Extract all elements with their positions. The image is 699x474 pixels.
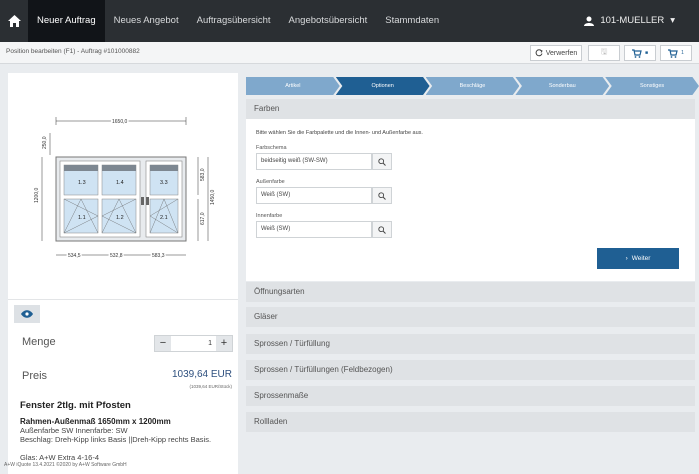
innenfarbe-input[interactable]: Weiß (SW) — [256, 221, 372, 238]
configuration-panel: Artikel Optionen Beschläge Sonderbau Son… — [246, 73, 699, 474]
user-menu[interactable]: 101-MUELLER ▾ — [584, 0, 675, 42]
innenfarbe-search-button[interactable] — [372, 221, 392, 238]
quantity-stepper: − 1 + — [154, 335, 233, 352]
price-label: Preis — [22, 370, 48, 382]
cart-icon — [631, 48, 642, 58]
quantity-label: Menge — [22, 336, 56, 348]
position-summary-panel: 1650,0 1200,0 250,0 583,0 617,0 1450,0 5… — [8, 73, 238, 474]
dim-width-3: 583,3 — [152, 253, 165, 259]
discard-button[interactable]: Verwerfen — [530, 45, 582, 61]
search-icon — [378, 225, 386, 234]
dim-width-2: 532,8 — [110, 253, 123, 259]
field-label: 1.2 — [116, 215, 124, 221]
detail-line: Beschlag: Dreh-Kipp links Basis ||Dreh-K… — [20, 435, 212, 444]
nav-angebotsuebersicht[interactable]: Angebotsübersicht — [280, 0, 377, 42]
step-beschlaege[interactable]: Beschläge — [425, 77, 520, 95]
cart-button[interactable]: 1 — [660, 45, 692, 61]
quantity-input[interactable]: 1 — [171, 336, 216, 351]
field-label: 3.3 — [160, 180, 168, 186]
section-rollladen[interactable]: Rollladen — [246, 412, 695, 432]
search-icon — [378, 191, 386, 200]
step-sonstiges[interactable]: Sonstiges — [605, 77, 699, 95]
step-artikel[interactable]: Artikel — [246, 77, 340, 95]
cart-count: 1 — [681, 50, 684, 56]
section-glaeser[interactable]: Gläser — [246, 307, 695, 327]
home-button[interactable] — [0, 0, 28, 42]
innenfarbe-label: Innenfarbe — [256, 213, 283, 219]
step-sonderbau[interactable]: Sonderbau — [515, 77, 610, 95]
section-sprossen-tuerfuellung[interactable]: Sprossen / Türfüllung — [246, 334, 695, 354]
dim-height-right-lower: 617,0 — [200, 212, 206, 225]
farben-header[interactable]: Farben — [246, 99, 695, 119]
discard-label: Verwerfen — [545, 49, 578, 57]
field-label: 1.3 — [78, 180, 86, 186]
preview-toggle-button[interactable] — [14, 305, 40, 323]
dim-width-1: 534,5 — [68, 253, 81, 259]
field-label: 2.1 — [160, 215, 168, 221]
toolbar: Position bearbeiten (F1) - Auftrag #1010… — [0, 42, 699, 64]
product-title: Fenster 2tlg. mit Pfosten — [20, 400, 131, 411]
aussenfarbe-label: Außenfarbe — [256, 179, 285, 185]
wizard-steps: Artikel Optionen Beschläge Sonderbau Son… — [246, 77, 699, 95]
dim-height-right-upper: 583,0 — [200, 168, 206, 181]
section-sprossenmasse[interactable]: Sprossenmaße — [246, 386, 695, 406]
section-oeffnungsarten[interactable]: Öffnungsarten — [246, 282, 695, 302]
save-icon: 🖫 — [600, 47, 608, 56]
field-label: 1.4 — [116, 180, 124, 186]
home-icon — [7, 15, 21, 27]
dim-height-top: 250,0 — [42, 136, 48, 149]
divider — [8, 299, 238, 300]
user-name: 101-MUELLER — [600, 15, 665, 26]
step-optionen[interactable]: Optionen — [335, 77, 430, 95]
cart-icon — [668, 48, 678, 58]
search-icon — [378, 157, 386, 166]
increment-button[interactable]: + — [216, 336, 232, 351]
dim-height-total: 1200,0 — [34, 187, 40, 203]
breadcrumb: Position bearbeiten (F1) - Auftrag #1010… — [6, 48, 140, 55]
decrement-button[interactable]: − — [155, 336, 171, 351]
farbschema-input[interactable]: beidseitig weiß (SW-SW) — [256, 153, 372, 170]
nav-neuer-auftrag[interactable]: Neuer Auftrag — [28, 0, 105, 42]
top-navigation: Neuer Auftrag Neues Angebot Auftragsüber… — [0, 0, 699, 42]
dim-height-right-total: 1450,0 — [210, 189, 216, 205]
price-value: 1039,64 EUR — [171, 369, 232, 380]
eye-icon — [21, 310, 33, 318]
plus-icon: ■ — [644, 50, 649, 56]
unit-price: (1039,64 EUR/Stück) — [189, 384, 232, 389]
dim-width-total: 1650,0 — [112, 119, 128, 125]
weiter-label: Weiter — [631, 255, 651, 262]
farbschema-label: Farbschema — [256, 145, 287, 151]
chevron-right-icon: › — [625, 255, 628, 262]
section-sprossen-feldbezogen[interactable]: Sprossen / Türfüllungen (Feldbezogen) — [246, 360, 695, 380]
footer-copyright: A+W iQuote 13.4.2021 ©2020 by A+W Softwa… — [4, 462, 127, 468]
nav-stammdaten[interactable]: Stammdaten — [376, 0, 448, 42]
cart-add-button[interactable]: ■ — [624, 45, 656, 61]
refresh-icon — [535, 49, 543, 57]
aussenfarbe-search-button[interactable] — [372, 187, 392, 204]
farben-hint: Bitte wählen Sie die Farbpalette und die… — [256, 130, 423, 136]
nav-neues-angebot[interactable]: Neues Angebot — [105, 0, 188, 42]
weiter-button[interactable]: › Weiter — [597, 248, 679, 269]
nav-auftragsuebersicht[interactable]: Auftragsübersicht — [188, 0, 280, 42]
window-drawing: 1650,0 1200,0 250,0 583,0 617,0 1450,0 5… — [34, 117, 216, 261]
farbschema-search-button[interactable] — [372, 153, 392, 170]
field-label: 1.1 — [78, 215, 86, 221]
caret-down-icon: ▾ — [670, 15, 675, 26]
aussenfarbe-input[interactable]: Weiß (SW) — [256, 187, 372, 204]
save-button[interactable]: 🖫 — [588, 45, 620, 61]
user-icon — [584, 16, 595, 26]
